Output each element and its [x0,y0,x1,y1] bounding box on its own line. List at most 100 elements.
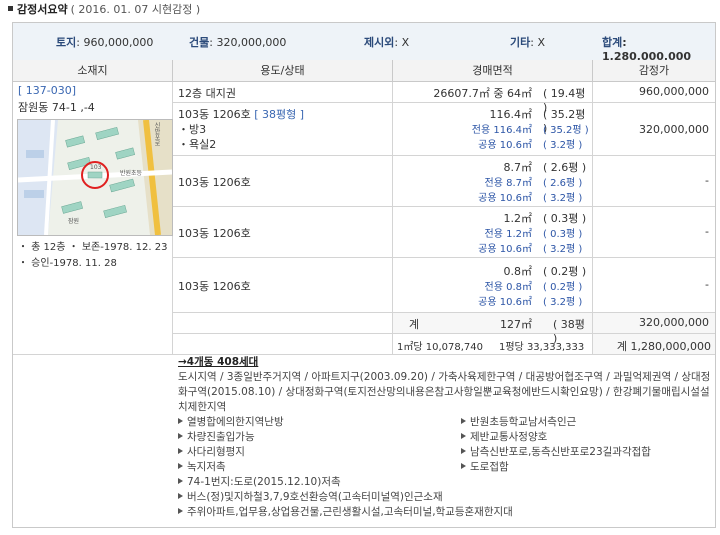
section-header: 감정서요약( 2016. 01. 07 시현감정 ) [8,2,200,18]
list-item: 사다리형평지 [178,445,458,460]
table-row: 103동 1206호 [173,207,393,258]
price-text: 960,000,000 [639,85,709,98]
zoning-text: 도시지역 / 3종일반주거지역 / 아파트지구(2003.09.20) / 가축… [178,371,711,413]
usage-unit: 103동 1206호 [ 38평형 ] [178,108,305,121]
totals-spacer [173,313,393,334]
price-text: - [705,174,709,187]
exclusive-area: 전용 1.2㎡ [484,229,532,240]
other-summary: 기타: X [510,36,545,49]
price-text: - [705,225,709,238]
area-cell: 26607.7㎡ 중 64㎡ ( 19.4평 ) [393,82,593,114]
notes-left-list: 열병합에의한지역난방 차량진출입가능 사다리형평지 녹지저촉 74-1번지:도로… [178,415,513,520]
section-title: 감정서요약 [17,3,68,16]
common-area: 공용 10.6㎡ [478,140,532,151]
usage-item: ・방3 [178,123,207,136]
usage-text: 12층 대지권 [178,87,236,100]
triangle-bullet-icon [461,448,466,454]
units-link[interactable]: →4개동 408세대 [178,355,715,370]
excluded-summary: 제시외: X [364,36,410,49]
appraisal-date: ( 2016. 01. 07 시현감정 ) [70,3,201,16]
common-pyeong: ( 3.2평 ) [543,244,583,255]
unit-price-cell: 1㎡당 10,078,740 1평당 33,333,333 [393,334,593,355]
postal-code: [ 137-030] [18,84,77,97]
building-summary: 건물: 320,000,000 [189,36,287,49]
map-graphic [18,120,172,235]
location-cell: [ 137-030] 잠원동 74-1 ,-4 103 반원초등 잠원 신반포로… [13,82,173,355]
grand-total-cell: 계 1,280,000,000 [593,334,715,355]
col-header-area: 경매면적 [393,60,593,82]
common-area: 공용 10.6㎡ [478,297,532,308]
price-per-pyeong: 1평당 33,333,333 [499,342,585,353]
total-summary: 합계: 1,280,000,000 [602,36,692,63]
price-cell: - [593,156,715,207]
list-item: 남측신반포로,동측신반포로23길과각접합 [461,445,715,460]
unit-price-spacer [173,334,393,355]
triangle-bullet-icon [178,433,183,439]
table-row: 12층 대지권 [173,82,393,103]
appraisal-summary-table: 토지: 960,000,000 건물: 320,000,000 제시외: X 기… [12,22,716,528]
common-area: 공용 10.6㎡ [478,193,532,204]
area-cell: 1.2㎡ ( 0.3평 ) 전용 1.2㎡ ( 0.3평 ) 공용 10.6㎡ … [393,207,593,258]
table-row: 103동 1206호 [173,156,393,207]
price-cell: - [593,258,715,313]
triangle-bullet-icon [178,418,183,424]
unit-type-tag: [ 38평형 ] [254,108,305,121]
area-cell: 8.7㎡ ( 2.6평 ) 전용 8.7㎡ ( 2.6평 ) 공용 10.6㎡ … [393,156,593,207]
map-label-school: 반원초등 [120,170,143,177]
col-header-location: 소재지 [13,60,173,82]
triangle-bullet-icon [461,463,466,469]
totals-area: 127㎡ [500,318,532,331]
map-label-district: 잠원 [68,218,80,225]
common-pyeong: ( 3.2평 ) [543,297,583,308]
grand-total: 계 1,280,000,000 [616,340,711,353]
triangle-bullet-icon [178,463,183,469]
list-item: 반원초등학교남서측인근 [461,415,715,430]
common-area: 공용 10.6㎡ [478,244,532,255]
area-cell: 0.8㎡ ( 0.2평 ) 전용 0.8㎡ ( 0.2평 ) 공용 10.6㎡ … [393,258,593,313]
totals-price: 320,000,000 [639,316,709,329]
area-text: 26607.7㎡ 중 64㎡ [433,87,532,100]
price-per-sqm: 1㎡당 10,078,740 [397,342,483,353]
area-text: 1.2㎡ [503,212,533,225]
price-text: 320,000,000 [639,123,709,136]
pyeong-text: ( 0.3평 ) [543,212,587,225]
triangle-bullet-icon [178,448,183,454]
summary-bar: 토지: 960,000,000 건물: 320,000,000 제시외: X 기… [13,23,715,63]
pyeong-text: ( 2.6평 ) [543,161,587,174]
usage-text: 103동 1206호 [178,280,251,293]
list-item: 74-1번지:도로(2015.12.10)저촉 [178,475,458,490]
building-facts-2: ・ 승인-1978. 11. 28 [18,258,117,269]
map-building-label: 103 [90,164,102,171]
price-cell: 320,000,000 [593,103,715,156]
building-facts-1: ・ 총 12층 ・ 보존-1978. 12. 23 [18,242,168,253]
list-item: 주위아파트,업무용,상업용건물,근린생활시설,고속터미널,학교등혼재한지대 [178,505,715,520]
table-row: 103동 1206호 [ 38평형 ] ・방3 ・욕실2 [173,103,393,156]
usage-item: ・욕실2 [178,138,217,151]
totals-area-cell: 계 127㎡ ( 38평 ) [393,313,593,345]
exclusive-pyeong: ( 0.2평 ) [543,282,583,293]
usage-text: 103동 1206호 [178,227,251,240]
totals-price-cell: 320,000,000 [593,313,715,334]
land-summary: 토지: 960,000,000 [56,36,154,49]
exclusive-area: 전용 116.4㎡ [471,125,532,136]
list-item: 도로접함 [461,460,715,475]
map-label-road: 신반포로 [153,122,160,146]
bullet-square-icon [8,6,13,11]
usage-text: 103동 1206호 [178,176,251,189]
notes-right-list: 반원초등학교남서측인근 제반교통사정양호 남측신반포로,동측신반포로23길과각접… [461,415,715,475]
table-row: 103동 1206호 [173,258,393,313]
exclusive-pyeong: ( 2.6평 ) [543,178,583,189]
col-header-usage: 용도/상태 [173,60,393,82]
triangle-bullet-icon [178,478,183,484]
common-pyeong: ( 3.2평 ) [543,140,583,151]
location-map[interactable]: 103 반원초등 잠원 신반포로 [17,119,173,236]
triangle-bullet-icon [178,508,183,514]
list-item: 열병합에의한지역난방 [178,415,458,430]
exclusive-pyeong: ( 35.2평 ) [543,125,589,136]
exclusive-pyeong: ( 0.3평 ) [543,229,583,240]
col-header-appraisal: 감정가 [593,60,715,82]
list-item: 녹지저촉 [178,460,458,475]
common-pyeong: ( 3.2평 ) [543,193,583,204]
triangle-bullet-icon [461,418,466,424]
list-item: 버스(정)및지하철3,7,9호선환승역(고속터미널역)인근소재 [178,490,715,505]
